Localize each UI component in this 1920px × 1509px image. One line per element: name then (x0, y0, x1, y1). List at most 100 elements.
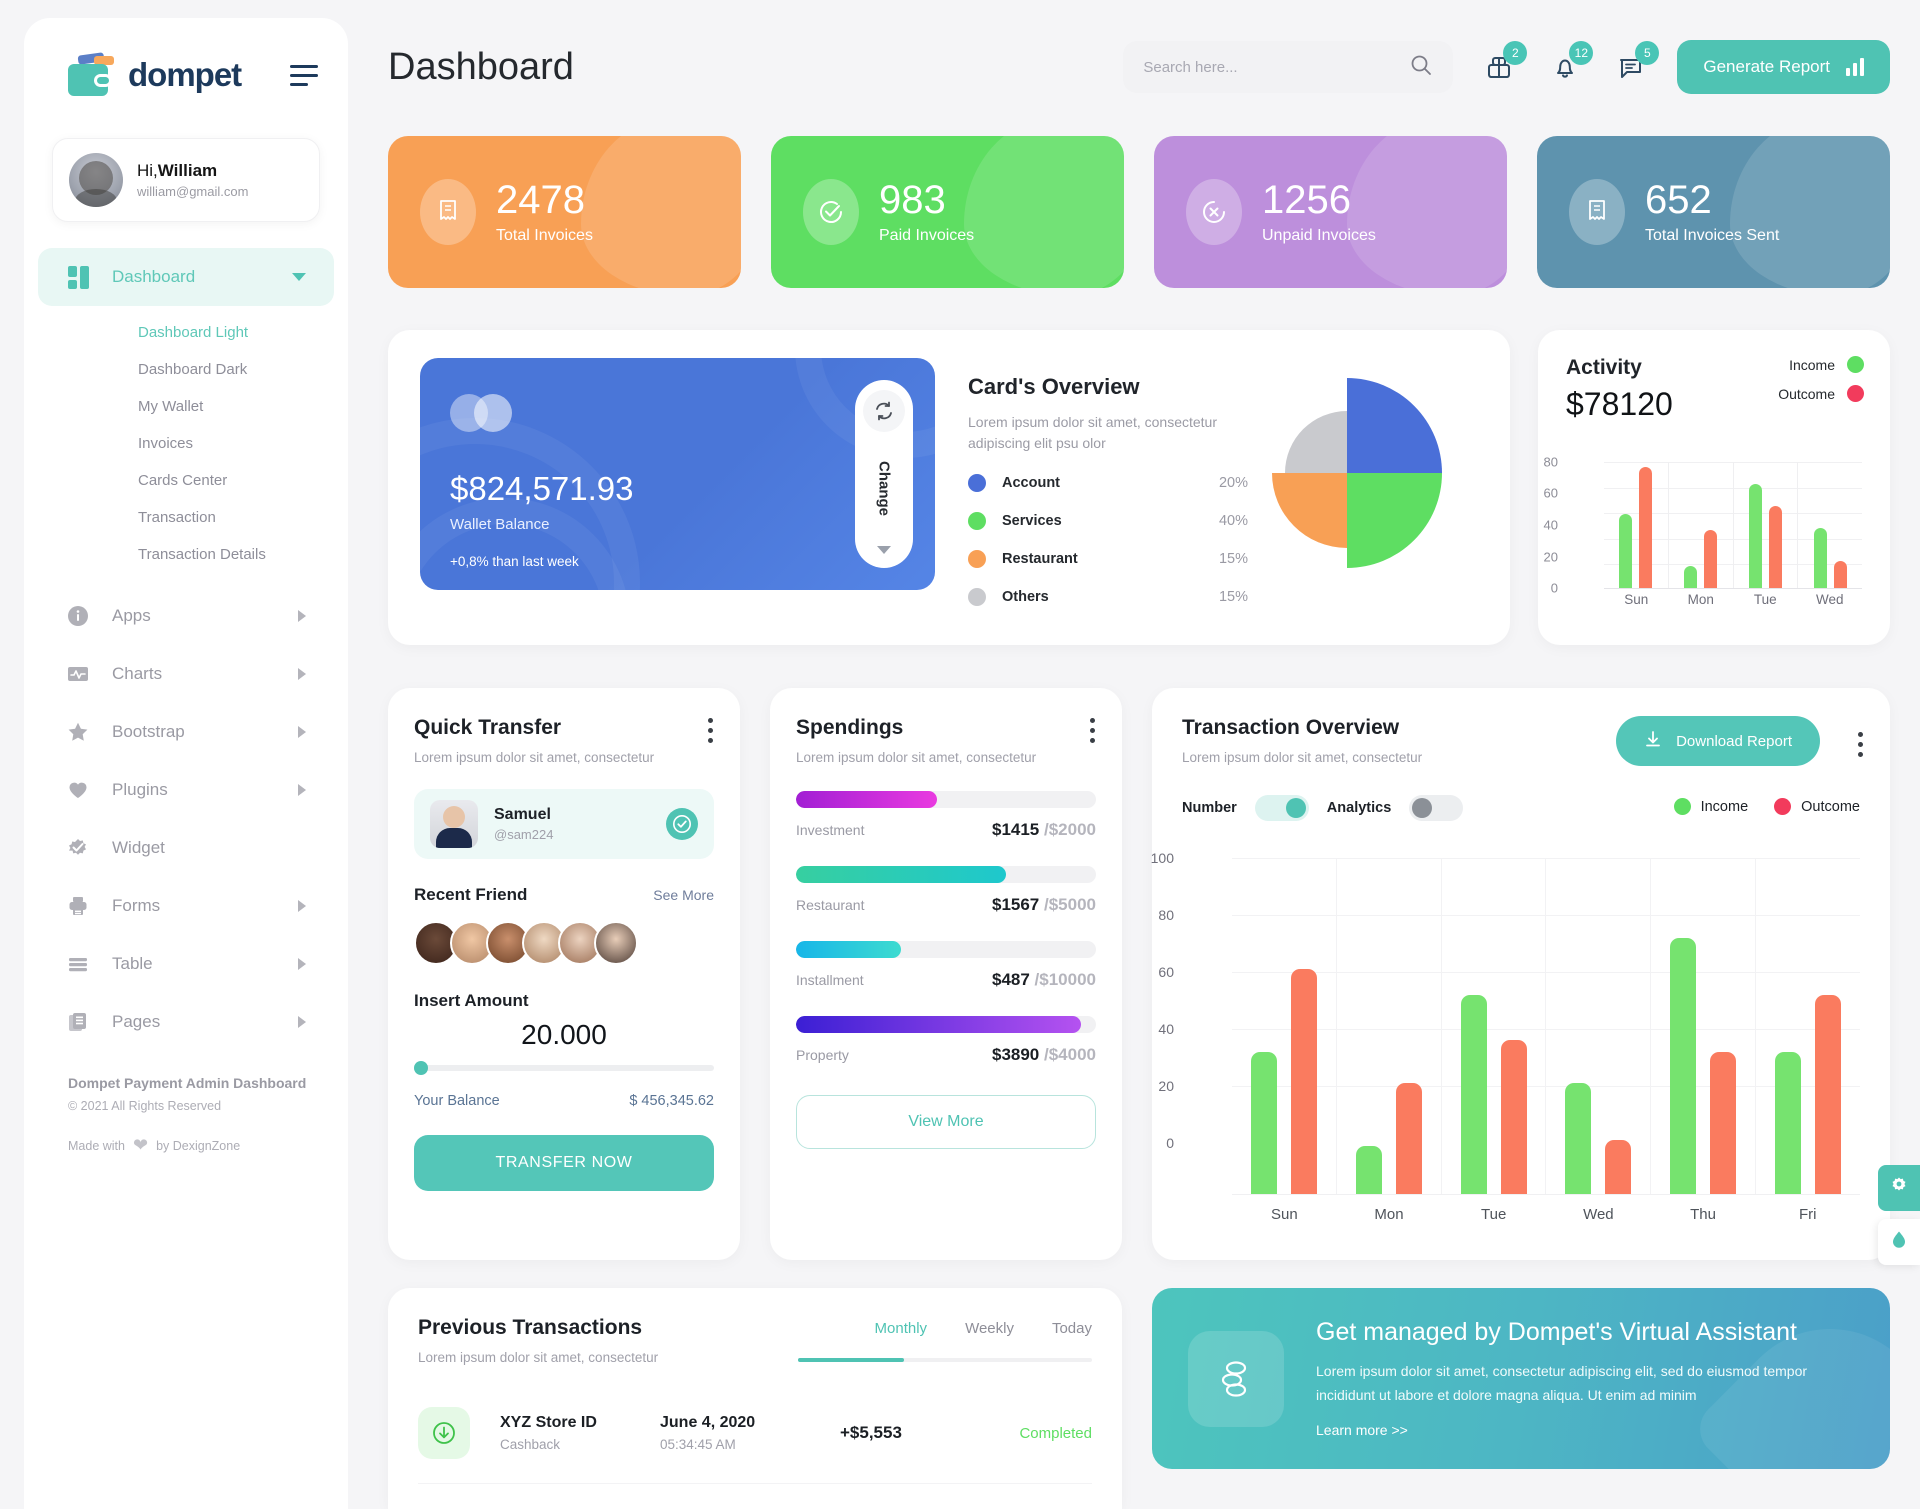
stat-card-total-invoices[interactable]: 2478 Total Invoices (388, 136, 741, 288)
legend-item-others: Others 15% (968, 588, 1248, 606)
view-more-button[interactable]: View More (796, 1095, 1096, 1149)
sidebar-item-widget[interactable]: Widget (38, 819, 334, 877)
transaction-group-wed (1546, 858, 1652, 1194)
messages-button[interactable]: 5 (1611, 41, 1660, 89)
sidebar-item-charts[interactable]: Charts (38, 645, 334, 703)
legend-color-swatch (1673, 798, 1691, 815)
legend-item-outcome: Outcome (1774, 798, 1860, 815)
check-circle-icon (803, 179, 859, 245)
stat-card-unpaid-invoices[interactable]: 1256 Unpaid Invoices (1154, 136, 1507, 288)
sidebar-item-apps[interactable]: Apps (38, 587, 334, 645)
chevron-right-icon (298, 958, 306, 970)
toggle-analytics-switch[interactable] (1409, 795, 1464, 821)
virtual-assistant-banner[interactable]: Get managed by Dompet's Virtual Assistan… (1152, 1288, 1890, 1469)
dashboard-submenu: Dashboard Light Dashboard Dark My Wallet… (24, 306, 348, 587)
sidebar-item-bootstrap[interactable]: Bootstrap (38, 703, 334, 761)
see-more-link[interactable]: See More (653, 887, 714, 903)
notifications-button[interactable]: 12 (1545, 41, 1594, 89)
more-options-icon[interactable] (1090, 718, 1096, 748)
sidebar-item-label: Plugins (112, 780, 168, 799)
messages-badge: 5 (1635, 41, 1660, 65)
chevron-down-icon[interactable] (877, 545, 891, 554)
spending-label: Investment (796, 822, 865, 838)
toggle-number-switch[interactable] (1254, 795, 1309, 821)
search-input[interactable] (1143, 58, 1410, 76)
sidebar-item-label: Widget (112, 838, 165, 857)
download-report-label: Download Report (1676, 732, 1792, 750)
activity-group-tue (1734, 462, 1799, 588)
gift-button[interactable]: 2 (1479, 41, 1528, 89)
more-options-icon[interactable] (708, 718, 714, 748)
download-icon (1644, 730, 1662, 752)
menu-toggle-icon[interactable] (290, 64, 318, 86)
transaction-date: June 4, 2020 (660, 1414, 756, 1431)
footer-copyright: © 2021 All Rights Reserved (68, 1099, 222, 1113)
theme-float-button[interactable] (1878, 1219, 1920, 1265)
search-icon[interactable] (1409, 53, 1433, 82)
transaction-bar-income (1355, 1146, 1382, 1194)
legend-color-swatch (968, 474, 986, 492)
progress-track (796, 1016, 1096, 1033)
learn-more-link[interactable]: Learn more >> (1316, 1422, 1408, 1438)
activity-bar-outcome (1833, 561, 1847, 588)
spendings-description: Lorem ipsum dolor sit amet, consectetur (796, 750, 1037, 765)
activity-x-axis: Sun Mon Tue Wed (1604, 588, 1862, 612)
search-box[interactable] (1123, 41, 1454, 93)
generate-report-button[interactable]: Generate Report (1677, 40, 1890, 94)
sidebar-item-pages[interactable]: Pages (38, 993, 334, 1051)
sidebar-item-label: Pages (112, 1012, 161, 1031)
tab-indicator-track (798, 1358, 1092, 1362)
chevron-right-icon (298, 900, 306, 912)
check-circle-icon[interactable] (666, 808, 698, 840)
sidebar-subitem-dashboard-light[interactable]: Dashboard Light (24, 314, 348, 351)
sidebar-item-label: Bootstrap (112, 722, 185, 741)
transfer-recipient[interactable]: Samuel @sam224 (414, 789, 714, 859)
heart-icon (66, 778, 90, 802)
table-row[interactable]: XYZ Store ID Cashback June 4, 2020 05:34… (418, 1407, 1092, 1484)
sidebar-subitem-my-wallet[interactable]: My Wallet (24, 388, 348, 425)
stat-card-total-invoices-sent[interactable]: 652 Total Invoices Sent (1537, 136, 1890, 288)
tab-monthly[interactable]: Monthly (875, 1320, 928, 1349)
download-report-button[interactable]: Download Report (1616, 716, 1820, 766)
sidebar-subitem-invoices[interactable]: Invoices (24, 425, 348, 462)
sidebar-item-dashboard[interactable]: Dashboard (38, 248, 334, 306)
sidebar-subitem-cards-center[interactable]: Cards Center (24, 462, 348, 499)
stat-card-paid-invoices[interactable]: 983 Paid Invoices (771, 136, 1124, 288)
slider-handle[interactable] (414, 1061, 428, 1075)
tab-today[interactable]: Today (1052, 1320, 1092, 1349)
header-actions: 2 12 5 Generate Report (1123, 40, 1890, 94)
droplet-icon (1888, 1229, 1910, 1256)
transfer-amount-value[interactable]: 20.000 (414, 1019, 714, 1051)
transaction-bar-outcome (1815, 995, 1842, 1194)
refresh-icon[interactable] (863, 390, 905, 432)
spending-item-installment: Installment $487 /$10000 (796, 941, 1096, 990)
info-icon (66, 604, 90, 628)
settings-float-button[interactable] (1878, 1165, 1920, 1211)
sidebar-item-plugins[interactable]: Plugins (38, 761, 334, 819)
change-card-control[interactable]: Change (855, 380, 913, 568)
change-label: Change (875, 461, 893, 517)
sidebar-item-forms[interactable]: Forms (38, 877, 334, 935)
y-tick-60: 60 (1543, 485, 1558, 501)
friend-avatar[interactable] (594, 921, 638, 965)
legend-color-swatch (968, 588, 986, 606)
sidebar-subitem-transaction-details[interactable]: Transaction Details (24, 536, 348, 573)
legend-label: Income (1700, 798, 1749, 815)
x-tick-sun: Sun (1624, 592, 1649, 607)
stat-label: Paid Invoices (879, 227, 975, 244)
recent-friends-list (414, 921, 714, 965)
activity-bar-chart: 80 60 40 20 0 Sun Mon Tue Wed (1544, 455, 1862, 612)
wallet-balance-card[interactable]: $824,571.93 Wallet Balance +0,8% than la… (420, 358, 935, 590)
quick-transfer-description: Lorem ipsum dolor sit amet, consectetur (414, 750, 655, 765)
spendings-panel: Spendings Lorem ipsum dolor sit amet, co… (770, 688, 1122, 1260)
amount-slider[interactable] (414, 1061, 714, 1075)
user-profile-card[interactable]: Hi,William william@gmail.com (52, 138, 320, 222)
tab-weekly[interactable]: Weekly (965, 1320, 1014, 1349)
sidebar-subitem-dashboard-dark[interactable]: Dashboard Dark (24, 351, 348, 388)
spending-label: Restaurant (796, 897, 865, 913)
transaction-bar-chart: 100 80 60 40 20 0 Sun Mon Tue Wed Thu Fr… (1151, 850, 1860, 1234)
sidebar-subitem-transaction[interactable]: Transaction (24, 499, 348, 536)
more-options-icon[interactable] (1858, 732, 1864, 762)
sidebar-item-table[interactable]: Table (38, 935, 334, 993)
transfer-now-button[interactable]: TRANSFER NOW (414, 1135, 714, 1191)
